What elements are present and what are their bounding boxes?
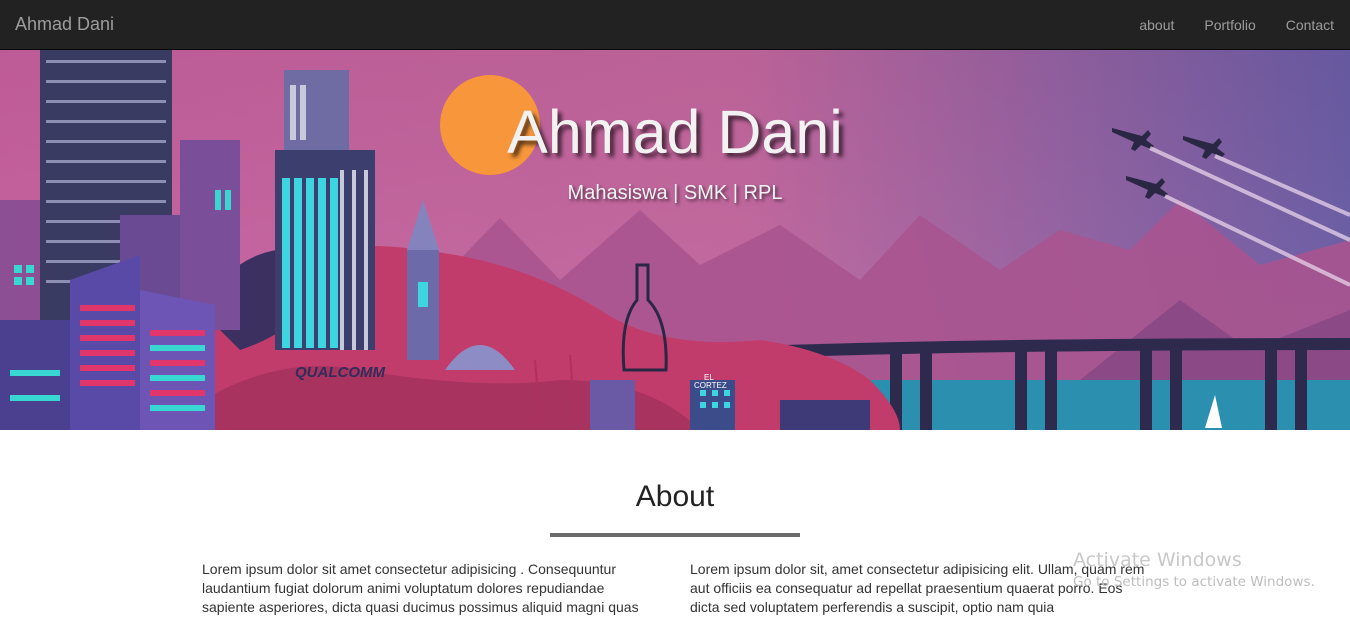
hero-title: Ahmad Dani xyxy=(507,98,843,166)
el-cortez-sign-line2: CORTEZ xyxy=(694,381,727,390)
hero-subtitle: Mahasiswa | SMK | RPL xyxy=(567,182,783,204)
activate-windows-title: Activate Windows xyxy=(1073,549,1242,571)
about-text-left: Lorem ipsum dolor sit amet consectetur a… xyxy=(202,561,639,615)
brand-link[interactable]: Ahmad Dani xyxy=(15,14,114,35)
about-heading: About xyxy=(635,480,715,513)
nav-link-portfolio[interactable]: Portfolio xyxy=(1204,17,1255,33)
qualcomm-sign: QUALCOMM xyxy=(295,364,385,381)
hero-banner: QUALCOMM EL CORTEZ Ahmad Dani Mahasiswa … xyxy=(0,50,1350,430)
about-divider xyxy=(550,533,800,537)
nav-menu: about Portfolio Contact xyxy=(1139,17,1334,33)
nav-link-contact[interactable]: Contact xyxy=(1286,17,1334,33)
activate-windows-subtitle: Go to Settings to activate Windows. xyxy=(1073,574,1315,590)
navbar: Ahmad Dani about Portfolio Contact xyxy=(0,0,1350,50)
nav-link-about[interactable]: about xyxy=(1139,17,1174,33)
